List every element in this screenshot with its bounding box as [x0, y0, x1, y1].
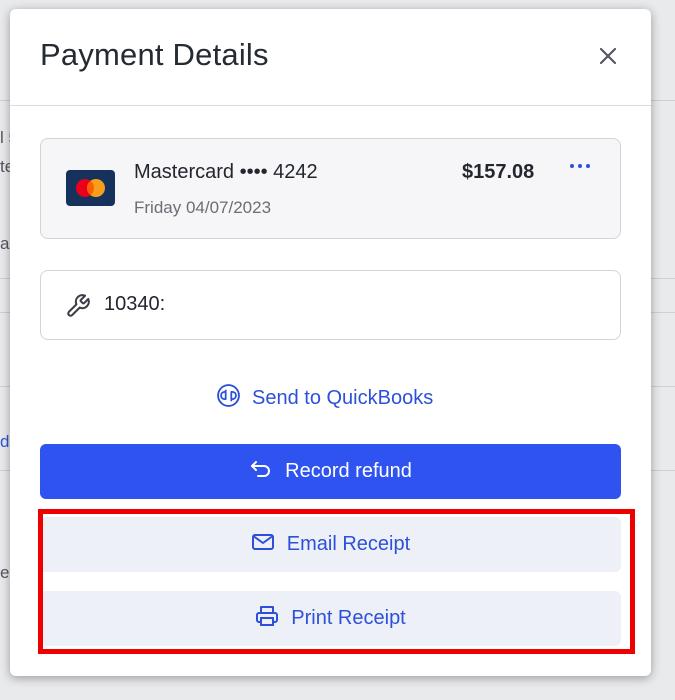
background-link-fragment: d [0, 432, 10, 451]
printer-icon [255, 605, 279, 633]
record-refund-button[interactable]: Record refund [40, 444, 621, 499]
print-receipt-button[interactable]: Print Receipt [40, 591, 621, 646]
email-receipt-button[interactable]: Email Receipt [40, 517, 621, 572]
send-to-quickbooks-label: Send to QuickBooks [252, 386, 434, 409]
job-reference-text: 10340: [104, 293, 166, 315]
payment-card-summary: Mastercard •••• 4242 Friday 04/07/2023 $… [40, 138, 621, 239]
mastercard-icon [66, 170, 115, 206]
close-icon[interactable] [594, 42, 622, 70]
quickbooks-icon [216, 383, 241, 413]
modal-header: Payment Details [10, 9, 651, 106]
modal-title: Payment Details [40, 37, 269, 72]
background-text-fragment: e [0, 563, 10, 582]
undo-arrow-icon [249, 458, 273, 486]
background-text-fragment: a [0, 234, 10, 253]
card-label: Mastercard •••• 4242 [134, 161, 318, 183]
payment-date: Friday 04/07/2023 [134, 198, 272, 217]
print-receipt-label: Print Receipt [291, 607, 406, 629]
more-horizontal-icon[interactable] [567, 157, 595, 179]
record-refund-label: Record refund [285, 460, 412, 482]
job-reference-field[interactable]: 10340: [40, 270, 621, 340]
send-to-quickbooks-link[interactable]: Send to QuickBooks [216, 384, 433, 412]
email-receipt-label: Email Receipt [286, 533, 411, 555]
payment-details-modal: Payment Details Mastercard •••• 4242 Fri… [10, 9, 651, 676]
payment-amount: $157.08 [462, 161, 535, 183]
wrench-icon [65, 293, 91, 319]
envelope-icon [251, 532, 275, 558]
